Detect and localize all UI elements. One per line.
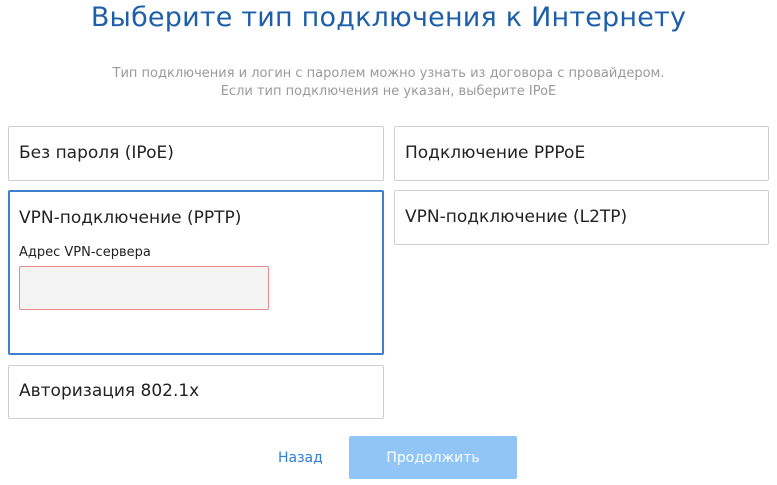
page-subtitle: Тип подключения и логин с паролем можно … xyxy=(0,65,777,101)
back-link[interactable]: Назад xyxy=(278,450,323,466)
subtitle-line-1: Тип подключения и логин с паролем можно … xyxy=(112,66,665,81)
option-ipoe-label: Без пароля (IPoE) xyxy=(19,143,174,163)
page-title: Выберите тип подключения к Интернету xyxy=(90,2,687,33)
connection-type-page: Выберите тип подключения к Интернету Тип… xyxy=(0,0,777,485)
option-pptp[interactable]: VPN-подключение (PPTP) Адрес VPN-сервера xyxy=(8,190,384,355)
continue-button[interactable]: Продолжить xyxy=(349,436,517,479)
option-8021x-label: Авторизация 802.1x xyxy=(19,381,200,401)
option-8021x[interactable]: Авторизация 802.1x xyxy=(8,365,384,419)
option-l2tp-label: VPN-подключение (L2TP) xyxy=(405,207,628,227)
option-l2tp[interactable]: VPN-подключение (L2TP) xyxy=(394,190,769,245)
option-pppoe-label: Подключение PPPoE xyxy=(405,143,586,163)
vpn-server-input[interactable] xyxy=(19,266,269,310)
vpn-server-label: Адрес VPN-сервера xyxy=(19,245,151,260)
option-pptp-label: VPN-подключение (PPTP) xyxy=(19,208,242,228)
subtitle-line-2: Если тип подключения не указан, выберите… xyxy=(220,84,557,99)
option-ipoe[interactable]: Без пароля (IPoE) xyxy=(8,126,384,181)
option-pppoe[interactable]: Подключение PPPoE xyxy=(394,126,769,181)
